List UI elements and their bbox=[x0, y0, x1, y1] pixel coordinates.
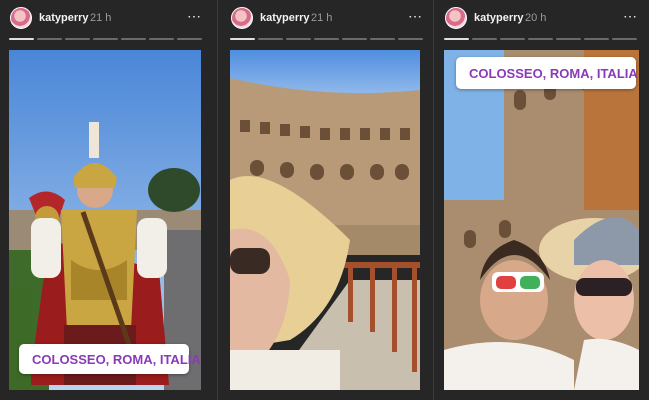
avatar[interactable] bbox=[10, 7, 32, 29]
panel-divider bbox=[433, 0, 434, 400]
location-sticker[interactable]: COLOSSEO, ROMA, ITALIA bbox=[19, 344, 201, 374]
progress-segment bbox=[500, 38, 525, 40]
couple-selfie-illustration bbox=[444, 50, 639, 390]
story-header: katyperry 20 h ⋯ bbox=[435, 0, 649, 44]
progress-segment bbox=[37, 38, 62, 40]
username[interactable]: katyperry bbox=[39, 12, 89, 24]
progress-segment bbox=[342, 38, 367, 40]
panel-divider bbox=[217, 0, 218, 400]
progress-segment bbox=[258, 38, 283, 40]
more-options-icon[interactable]: ⋯ bbox=[623, 8, 637, 25]
story-photo[interactable] bbox=[230, 50, 420, 390]
location-label: COLOSSEO, ROMA, ITALIA bbox=[469, 65, 638, 81]
progress-segment bbox=[612, 38, 637, 40]
progress-segment bbox=[528, 38, 553, 40]
story-panel-1[interactable]: katyperry 21 h ⋯ COLOSSEO, ROMA, ITALIA bbox=[0, 0, 210, 400]
avatar[interactable] bbox=[231, 7, 253, 29]
story-panel-3[interactable]: katyperry 20 h ⋯ COLOSSEO, ROMA, ITALIA bbox=[435, 0, 649, 400]
location-sticker[interactable]: COLOSSEO, ROMA, ITALIA bbox=[456, 57, 638, 89]
progress-segment bbox=[286, 38, 311, 40]
progress-segment bbox=[149, 38, 174, 40]
story-header: katyperry 21 h ⋯ bbox=[0, 0, 210, 44]
story-progress-bar bbox=[444, 38, 637, 40]
story-header: katyperry 21 h ⋯ bbox=[221, 0, 429, 44]
progress-segment bbox=[230, 38, 255, 40]
colosseum-interior-selfie-illustration bbox=[230, 50, 420, 390]
progress-segment bbox=[556, 38, 581, 40]
more-options-icon[interactable]: ⋯ bbox=[408, 8, 422, 25]
timestamp: 21 h bbox=[90, 12, 112, 24]
avatar[interactable] bbox=[445, 7, 467, 29]
progress-segment bbox=[472, 38, 497, 40]
progress-segment bbox=[93, 38, 118, 40]
location-label: COLOSSEO, ROMA, ITALIA bbox=[32, 351, 201, 367]
story-photo[interactable]: COLOSSEO, ROMA, ITALIA bbox=[9, 50, 201, 390]
username[interactable]: katyperry bbox=[260, 12, 310, 24]
progress-segment bbox=[398, 38, 423, 40]
timestamp: 21 h bbox=[311, 12, 333, 24]
progress-segment bbox=[314, 38, 339, 40]
story-panel-2[interactable]: katyperry 21 h ⋯ bbox=[221, 0, 429, 400]
timestamp: 20 h bbox=[525, 12, 547, 24]
progress-segment bbox=[9, 38, 34, 40]
progress-segment bbox=[584, 38, 609, 40]
story-progress-bar bbox=[9, 38, 202, 40]
progress-segment bbox=[121, 38, 146, 40]
progress-segment bbox=[444, 38, 469, 40]
gladiator-photo-illustration bbox=[9, 50, 201, 390]
more-options-icon[interactable]: ⋯ bbox=[187, 8, 201, 25]
story-progress-bar bbox=[230, 38, 423, 40]
username[interactable]: katyperry bbox=[474, 12, 524, 24]
progress-segment bbox=[177, 38, 202, 40]
story-photo[interactable]: COLOSSEO, ROMA, ITALIA bbox=[444, 50, 639, 390]
progress-segment bbox=[65, 38, 90, 40]
progress-segment bbox=[370, 38, 395, 40]
